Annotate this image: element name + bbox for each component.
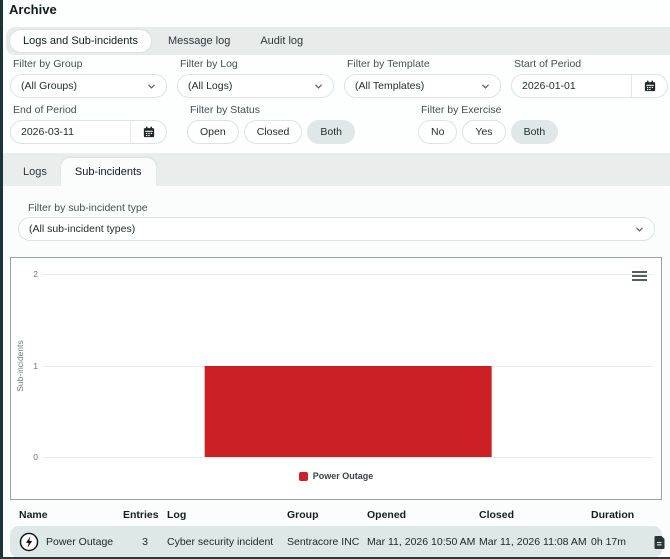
row-entries: 3: [142, 536, 148, 548]
y-axis-title: Sub-incidents: [15, 339, 25, 392]
chevron-down-icon: [148, 84, 155, 89]
exercise-no-button[interactable]: No: [417, 120, 458, 144]
lightning-bolt-icon: [19, 532, 39, 552]
filter-group-value: (All Groups): [21, 80, 78, 92]
col-name: Name: [19, 509, 48, 521]
filter-template-value: (All Templates): [355, 80, 425, 92]
exercise-both-button[interactable]: Both: [510, 120, 559, 144]
legend-label: Power Outage: [312, 471, 374, 481]
hamburger-icon: [632, 271, 647, 273]
tab-audit-log[interactable]: Audit log: [247, 30, 316, 52]
filter-status-label: Filter by Status: [190, 104, 261, 116]
end-of-period-label: End of Period: [13, 104, 77, 116]
row-group: Sentracore INC: [287, 536, 360, 548]
chevron-down-icon: [315, 84, 322, 89]
tab-message-log[interactable]: Message log: [155, 30, 243, 52]
col-duration: Duration: [591, 509, 635, 521]
filter-log-label: Filter by Log: [180, 58, 238, 70]
filter-template-select[interactable]: (All Templates): [344, 74, 501, 98]
status-both-button[interactable]: Both: [307, 120, 355, 144]
gridline: [43, 274, 653, 275]
filter-template-label: Filter by Template: [347, 58, 430, 70]
tab-logs-and-sub-incidents[interactable]: Logs and Sub-incidents: [10, 30, 151, 52]
bar-power-outage[interactable]: [204, 365, 492, 457]
col-opened: Opened: [367, 509, 407, 521]
calendar-icon: [644, 80, 655, 92]
table-row[interactable]: Power Outage 3 Cyber security incident S…: [10, 526, 665, 558]
row-closed: Mar 11, 2026 11:08 AM: [479, 536, 587, 548]
row-log: Cyber security incident: [167, 536, 274, 548]
sub-incident-type-label: Filter by sub-incident type: [28, 202, 148, 214]
row-opened: Mar 11, 2026 10:50 AM: [367, 536, 476, 548]
sub-incident-type-value: (All sub-incident types): [29, 223, 136, 235]
chevron-down-icon: [482, 84, 489, 89]
table-header-row: Name Entries Log Group Opened Closed Dur…: [10, 504, 662, 526]
col-entries: Entries: [123, 509, 159, 521]
sub-tab-bar: Logs Sub-incidents: [3, 153, 670, 186]
start-of-period-label: Start of Period: [514, 58, 582, 70]
status-closed-button[interactable]: Closed: [243, 120, 303, 144]
sub-incidents-table: Name Entries Log Group Opened Closed Dur…: [10, 504, 665, 558]
chevron-down-icon: [636, 227, 643, 232]
filters-section: Filter by Group (All Groups) Filter by L…: [10, 58, 668, 144]
archive-page: Archive Logs and Sub-incidents Message l…: [0, 0, 670, 559]
filter-group-select[interactable]: (All Groups): [10, 74, 167, 98]
y-tick-2: 2: [33, 269, 38, 279]
chart-plot-area: 2 1 0 Sub-incidents: [15, 269, 653, 462]
start-of-period-input[interactable]: [512, 75, 622, 97]
exercise-segmented-control: No Yes Both: [417, 120, 559, 144]
gridline: [43, 457, 653, 458]
sub-incident-type-select[interactable]: (All sub-incident types): [18, 217, 655, 241]
calendar-icon: [143, 126, 154, 138]
filter-log-value: (All Logs): [188, 80, 233, 92]
row-duration: 0h 17m: [591, 536, 627, 548]
top-tab-bar: Logs and Sub-incidents Message log Audit…: [6, 27, 670, 55]
document-icon[interactable]: [654, 535, 665, 549]
filter-group-label: Filter by Group: [13, 58, 83, 70]
tab-sub-incidents[interactable]: Sub-incidents: [60, 158, 156, 186]
end-of-period-input[interactable]: [11, 121, 121, 143]
tab-logs[interactable]: Logs: [9, 158, 61, 186]
filter-log-select[interactable]: (All Logs): [177, 74, 334, 98]
col-closed: Closed: [479, 509, 515, 521]
col-log: Log: [167, 509, 187, 521]
exercise-yes-button[interactable]: Yes: [462, 120, 506, 144]
y-tick-0: 0: [33, 452, 38, 462]
calendar-button[interactable]: [631, 75, 667, 97]
start-of-period-field: [511, 74, 668, 98]
end-of-period-field: [10, 120, 167, 144]
sub-incidents-chart: 2 1 0 Sub-incidents Power Outage: [10, 257, 662, 500]
page-title: Archive: [9, 2, 57, 17]
col-group: Group: [287, 509, 319, 521]
legend-swatch: [298, 471, 308, 481]
sub-incidents-panel: Filter by sub-incident type (All sub-inc…: [3, 186, 670, 558]
row-name: Power Outage: [46, 536, 114, 548]
status-segmented-control: Open Closed Both: [187, 120, 355, 144]
chart-legend[interactable]: Power Outage: [11, 471, 661, 481]
filter-exercise-label: Filter by Exercise: [420, 104, 502, 116]
status-open-button[interactable]: Open: [187, 120, 239, 144]
calendar-button[interactable]: [130, 121, 166, 143]
